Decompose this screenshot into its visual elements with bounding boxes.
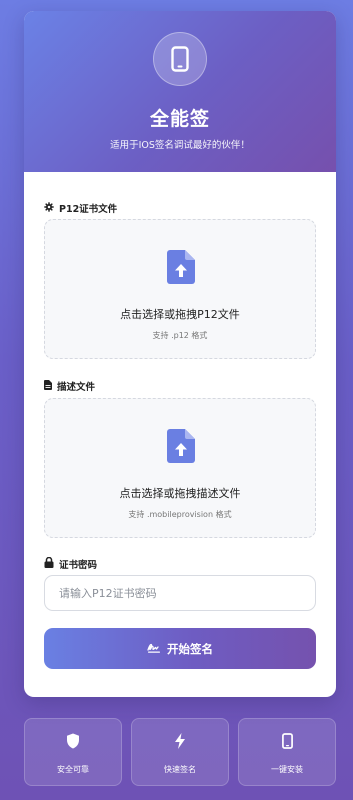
- feature-secure: 安全可靠: [24, 718, 122, 786]
- file-icon: [44, 379, 52, 393]
- start-sign-button[interactable]: 开始签名: [44, 628, 316, 669]
- p12-dropzone-text: 点击选择或拖拽P12文件: [120, 308, 240, 321]
- gear-icon: [44, 201, 54, 215]
- feature-install-label: 一键安装: [271, 765, 303, 774]
- lightning-icon: [132, 733, 228, 749]
- profile-dropzone-text: 点击选择或拖拽描述文件: [119, 487, 241, 500]
- file-upload-icon: [167, 250, 195, 288]
- feature-fast: 快速签名: [131, 718, 229, 786]
- profile-section-label: 描述文件: [44, 379, 95, 393]
- file-upload-icon: [167, 429, 195, 467]
- shield-icon: [25, 733, 121, 749]
- p12-format-hint: 支持 .p12 格式: [152, 331, 208, 340]
- feature-fast-label: 快速签名: [164, 765, 196, 774]
- feature-install: 一键安装: [238, 718, 336, 786]
- start-sign-label: 开始签名: [167, 641, 213, 656]
- password-label-text: 证书密码: [59, 560, 98, 571]
- app-title: 全能签: [149, 108, 210, 130]
- password-input[interactable]: [44, 575, 316, 611]
- signing-card: 全能签 适用于IOS签名调试最好的伙伴！ P12证书文件 点击选择或拖拽P12文…: [24, 11, 336, 697]
- p12-label-text: P12证书文件: [59, 204, 118, 215]
- signature-icon: [147, 642, 161, 656]
- card-header: 全能签 适用于IOS签名调试最好的伙伴！: [24, 11, 336, 172]
- password-section-label: 证书密码: [44, 556, 98, 571]
- profile-format-hint: 支持 .mobileprovision 格式: [128, 510, 232, 519]
- mobile-phone-icon: [239, 733, 335, 749]
- profile-dropzone[interactable]: 点击选择或拖拽描述文件 支持 .mobileprovision 格式: [44, 398, 316, 538]
- profile-label-text: 描述文件: [57, 382, 96, 393]
- p12-dropzone[interactable]: 点击选择或拖拽P12文件 支持 .p12 格式: [44, 219, 316, 359]
- lock-icon: [44, 556, 54, 571]
- mobile-phone-icon: [153, 32, 207, 86]
- app-subtitle: 适用于IOS签名调试最好的伙伴！: [110, 140, 250, 151]
- feature-secure-label: 安全可靠: [57, 765, 89, 774]
- p12-section-label: P12证书文件: [44, 201, 117, 215]
